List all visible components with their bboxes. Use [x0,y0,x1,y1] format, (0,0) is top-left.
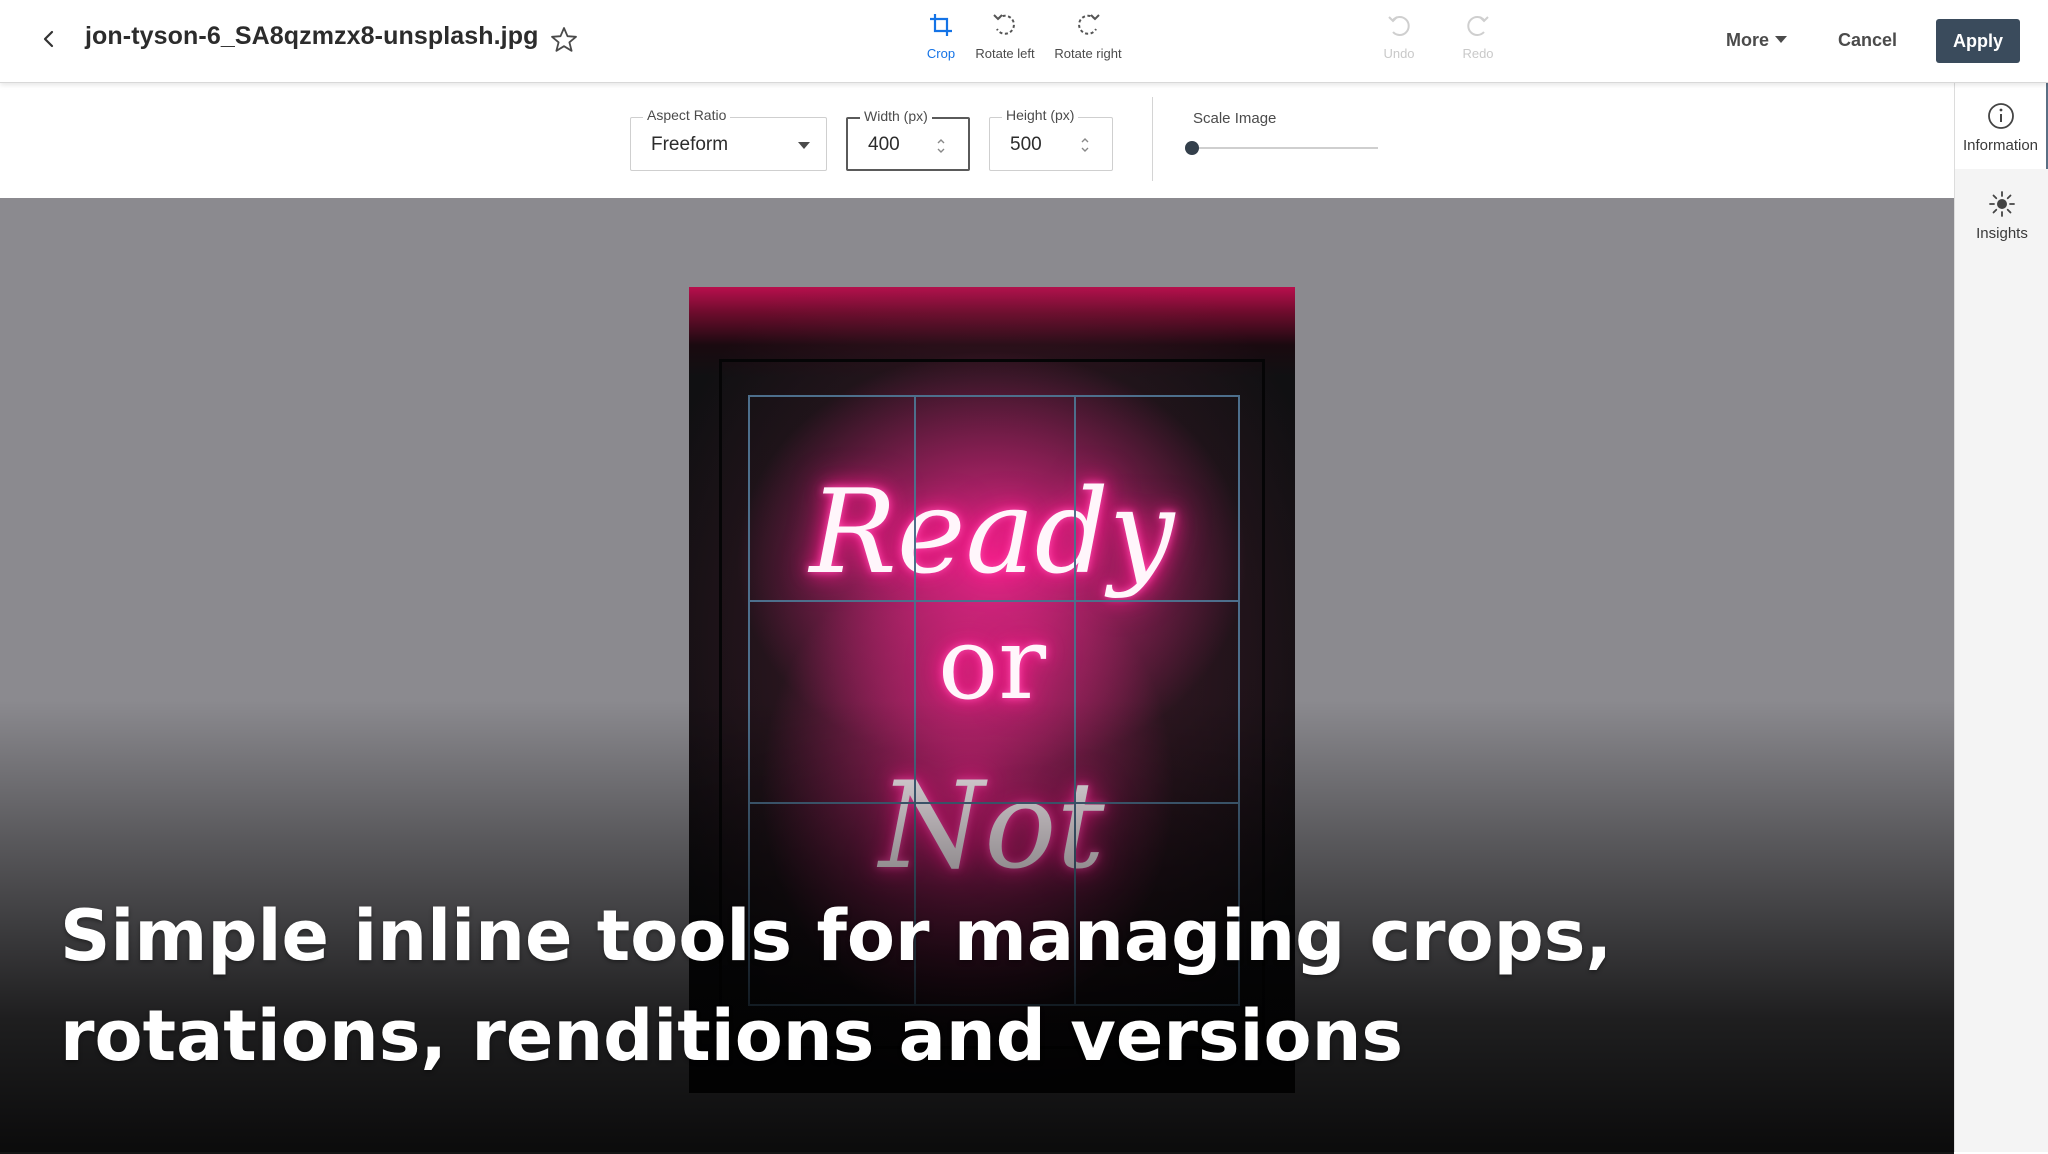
chevron-down-icon [798,142,810,149]
aspect-ratio-value: Freeform [651,134,729,155]
width-label: Width (px) [860,108,932,124]
more-label: More [1726,30,1770,50]
chevron-left-icon [43,30,54,48]
sun-icon [1989,191,2015,217]
width-field[interactable]: Width (px) 400 [846,108,970,171]
star-outline-icon [551,27,577,52]
info-icon [1987,103,2014,129]
crop-grid-line [750,600,1238,602]
rail-item-insights[interactable]: Insights [1955,171,2048,257]
more-menu-button[interactable]: More [1726,30,1788,51]
rotate-left-icon [993,14,1015,35]
rotate-right-button[interactable]: Rotate right [1038,10,1138,61]
rail-item-label: Information [1962,137,2039,154]
height-label: Height (px) [1002,107,1079,123]
chevron-down-icon [1775,36,1788,43]
redo-label: Redo [1462,46,1494,61]
crop-options-bar: Aspect Ratio Freeform Width (px) 400 Hei… [0,83,1954,198]
crop-grid-line [750,802,1238,804]
scale-image-slider[interactable] [1185,141,1378,155]
divider [1152,97,1153,181]
rail-item-information[interactable]: Information [1955,83,2048,169]
side-panel-rail: Information Insights [1954,83,2048,1152]
apply-button[interactable]: Apply [1936,19,2020,63]
slider-handle[interactable] [1185,141,1199,155]
stepper-icon[interactable] [936,136,946,156]
undo-icon [1388,16,1410,36]
rotate-right-icon [1078,14,1100,35]
height-field[interactable]: Height (px) 500 [989,107,1113,171]
redo-icon [1467,16,1489,36]
back-button[interactable] [34,24,64,54]
editor-header: jon-tyson-6_SA8qzmzx8-unsplash.jpg Crop … [0,0,2048,83]
caption-text: Simple inline tools for managing crops, … [60,895,1613,1077]
rotate-right-label: Rotate right [1054,46,1122,61]
aspect-ratio-dropdown[interactable]: Aspect Ratio Freeform [630,107,827,171]
width-value: 400 [868,134,900,155]
rail-item-label: Insights [1976,225,2028,242]
cancel-button[interactable]: Cancel [1838,30,1897,51]
favorite-button[interactable] [548,24,580,56]
redo-button[interactable]: Redo [1428,10,1528,61]
file-name-title: jon-tyson-6_SA8qzmzx8-unsplash.jpg [85,22,539,50]
height-value: 500 [1010,134,1042,155]
stepper-icon[interactable] [1080,135,1090,155]
aspect-ratio-label: Aspect Ratio [643,107,731,123]
crop-icon [930,14,952,36]
scale-image-label: Scale Image [1193,110,1277,127]
